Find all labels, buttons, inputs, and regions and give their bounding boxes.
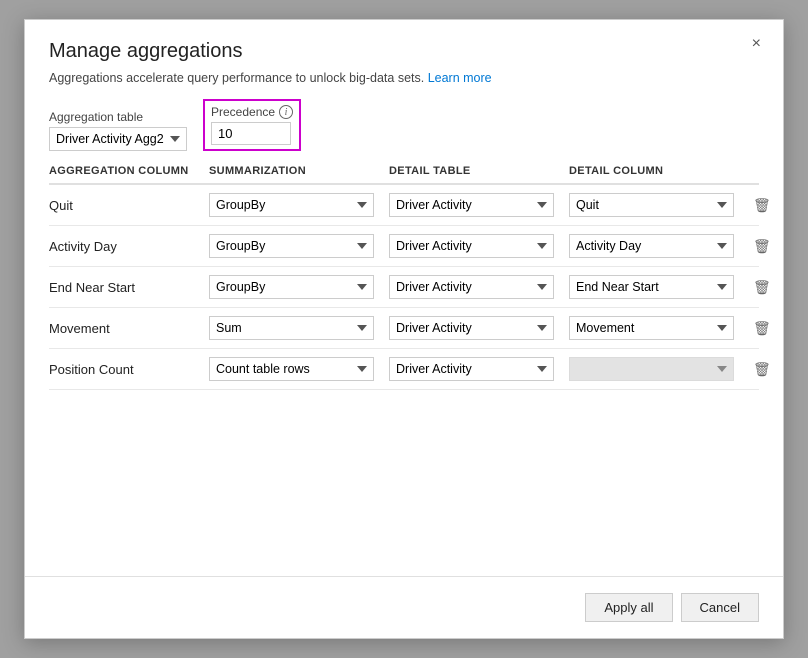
col-header-detail-column: DETAIL COLUMN: [569, 165, 749, 177]
row-agg-column-position-count: Position Count: [49, 362, 209, 377]
row-agg-column-activity-day: Activity Day: [49, 239, 209, 254]
table-row: Position Count GroupBy Sum Count Count t…: [49, 349, 759, 390]
row-detail-column-movement: Movement: [569, 316, 749, 340]
precedence-label-row: Precedence i: [211, 105, 293, 119]
summarization-select-quit[interactable]: GroupBy Sum Count Count table rows Min M…: [209, 193, 374, 217]
summarization-select-position-count[interactable]: GroupBy Sum Count Count table rows: [209, 357, 374, 381]
summarization-select-movement[interactable]: GroupBy Sum Count Count table rows: [209, 316, 374, 340]
controls-row: Aggregation table Driver Activity Agg2 P…: [25, 99, 783, 165]
row-summarization-activity-day: GroupBy Sum Count Count table rows: [209, 234, 389, 258]
row-summarization-quit: GroupBy Sum Count Count table rows Min M…: [209, 193, 389, 217]
row-detail-table-quit: Driver Activity: [389, 193, 569, 217]
row-summarization-end-near-start: GroupBy Sum Count Count table rows: [209, 275, 389, 299]
detail-table-select-activity-day[interactable]: Driver Activity: [389, 234, 554, 258]
delete-button-quit[interactable]: 🗑: [749, 195, 775, 216]
table-row: Activity Day GroupBy Sum Count Count tab…: [49, 226, 759, 267]
agg-table-label: Aggregation table: [49, 110, 187, 124]
dialog-title: Manage aggregations: [49, 40, 759, 63]
col-header-summarization: SUMMARIZATION: [209, 165, 389, 177]
detail-column-select-quit[interactable]: Quit: [569, 193, 734, 217]
col-header-detail-table: DETAIL TABLE: [389, 165, 569, 177]
col-header-agg-column: AGGREGATION COLUMN: [49, 165, 209, 177]
delete-button-activity-day[interactable]: 🗑: [749, 236, 775, 257]
column-headers: AGGREGATION COLUMN SUMMARIZATION DETAIL …: [49, 165, 759, 185]
row-detail-table-movement: Driver Activity: [389, 316, 569, 340]
row-detail-table-activity-day: Driver Activity: [389, 234, 569, 258]
row-detail-column-end-near-start: End Near Start: [569, 275, 749, 299]
precedence-info-icon[interactable]: i: [279, 105, 293, 119]
table-area: AGGREGATION COLUMN SUMMARIZATION DETAIL …: [25, 165, 783, 576]
row-detail-table-position-count: Driver Activity: [389, 357, 569, 381]
detail-table-select-quit[interactable]: Driver Activity: [389, 193, 554, 217]
row-agg-column-end-near-start: End Near Start: [49, 280, 209, 295]
close-button[interactable]: ×: [746, 34, 767, 54]
delete-button-end-near-start[interactable]: 🗑: [749, 277, 775, 298]
detail-table-select-end-near-start[interactable]: Driver Activity: [389, 275, 554, 299]
row-actions-movement: 🗑: [749, 318, 783, 339]
learn-more-link[interactable]: Learn more: [428, 71, 492, 85]
row-actions-position-count: 🗑: [749, 359, 783, 380]
detail-column-select-position-count[interactable]: [569, 357, 734, 381]
manage-aggregations-dialog: × Manage aggregations Aggregations accel…: [24, 19, 784, 639]
row-detail-table-end-near-start: Driver Activity: [389, 275, 569, 299]
apply-all-button[interactable]: Apply all: [585, 593, 672, 622]
detail-column-select-activity-day[interactable]: Activity Day: [569, 234, 734, 258]
detail-table-select-position-count[interactable]: Driver Activity: [389, 357, 554, 381]
row-actions-activity-day: 🗑: [749, 236, 783, 257]
row-detail-column-quit: Quit: [569, 193, 749, 217]
cancel-button[interactable]: Cancel: [681, 593, 759, 622]
agg-table-group: Aggregation table Driver Activity Agg2: [49, 110, 187, 151]
precedence-box: Precedence i: [203, 99, 301, 151]
table-row: Movement GroupBy Sum Count Count table r…: [49, 308, 759, 349]
row-summarization-position-count: GroupBy Sum Count Count table rows: [209, 357, 389, 381]
row-agg-column-quit: Quit: [49, 198, 209, 213]
agg-table-select[interactable]: Driver Activity Agg2: [49, 127, 187, 151]
detail-column-select-end-near-start[interactable]: End Near Start: [569, 275, 734, 299]
dialog-subtitle: Aggregations accelerate query performanc…: [49, 71, 759, 85]
summarization-select-activity-day[interactable]: GroupBy Sum Count Count table rows: [209, 234, 374, 258]
delete-button-movement[interactable]: 🗑: [749, 318, 775, 339]
row-actions-end-near-start: 🗑: [749, 277, 783, 298]
row-agg-column-movement: Movement: [49, 321, 209, 336]
table-row: Quit GroupBy Sum Count Count table rows …: [49, 185, 759, 226]
dialog-footer: Apply all Cancel: [25, 576, 783, 638]
detail-table-select-movement[interactable]: Driver Activity: [389, 316, 554, 340]
col-header-actions: [749, 165, 783, 177]
precedence-input[interactable]: [211, 122, 291, 145]
row-detail-column-activity-day: Activity Day: [569, 234, 749, 258]
detail-column-select-movement[interactable]: Movement: [569, 316, 734, 340]
row-actions-quit: 🗑: [749, 195, 783, 216]
delete-button-position-count[interactable]: 🗑: [749, 359, 775, 380]
summarization-select-end-near-start[interactable]: GroupBy Sum Count Count table rows: [209, 275, 374, 299]
dialog-header: Manage aggregations Aggregations acceler…: [25, 20, 783, 99]
row-detail-column-position-count: [569, 357, 749, 381]
precedence-label: Precedence: [211, 105, 275, 119]
row-summarization-movement: GroupBy Sum Count Count table rows: [209, 316, 389, 340]
table-row: End Near Start GroupBy Sum Count Count t…: [49, 267, 759, 308]
